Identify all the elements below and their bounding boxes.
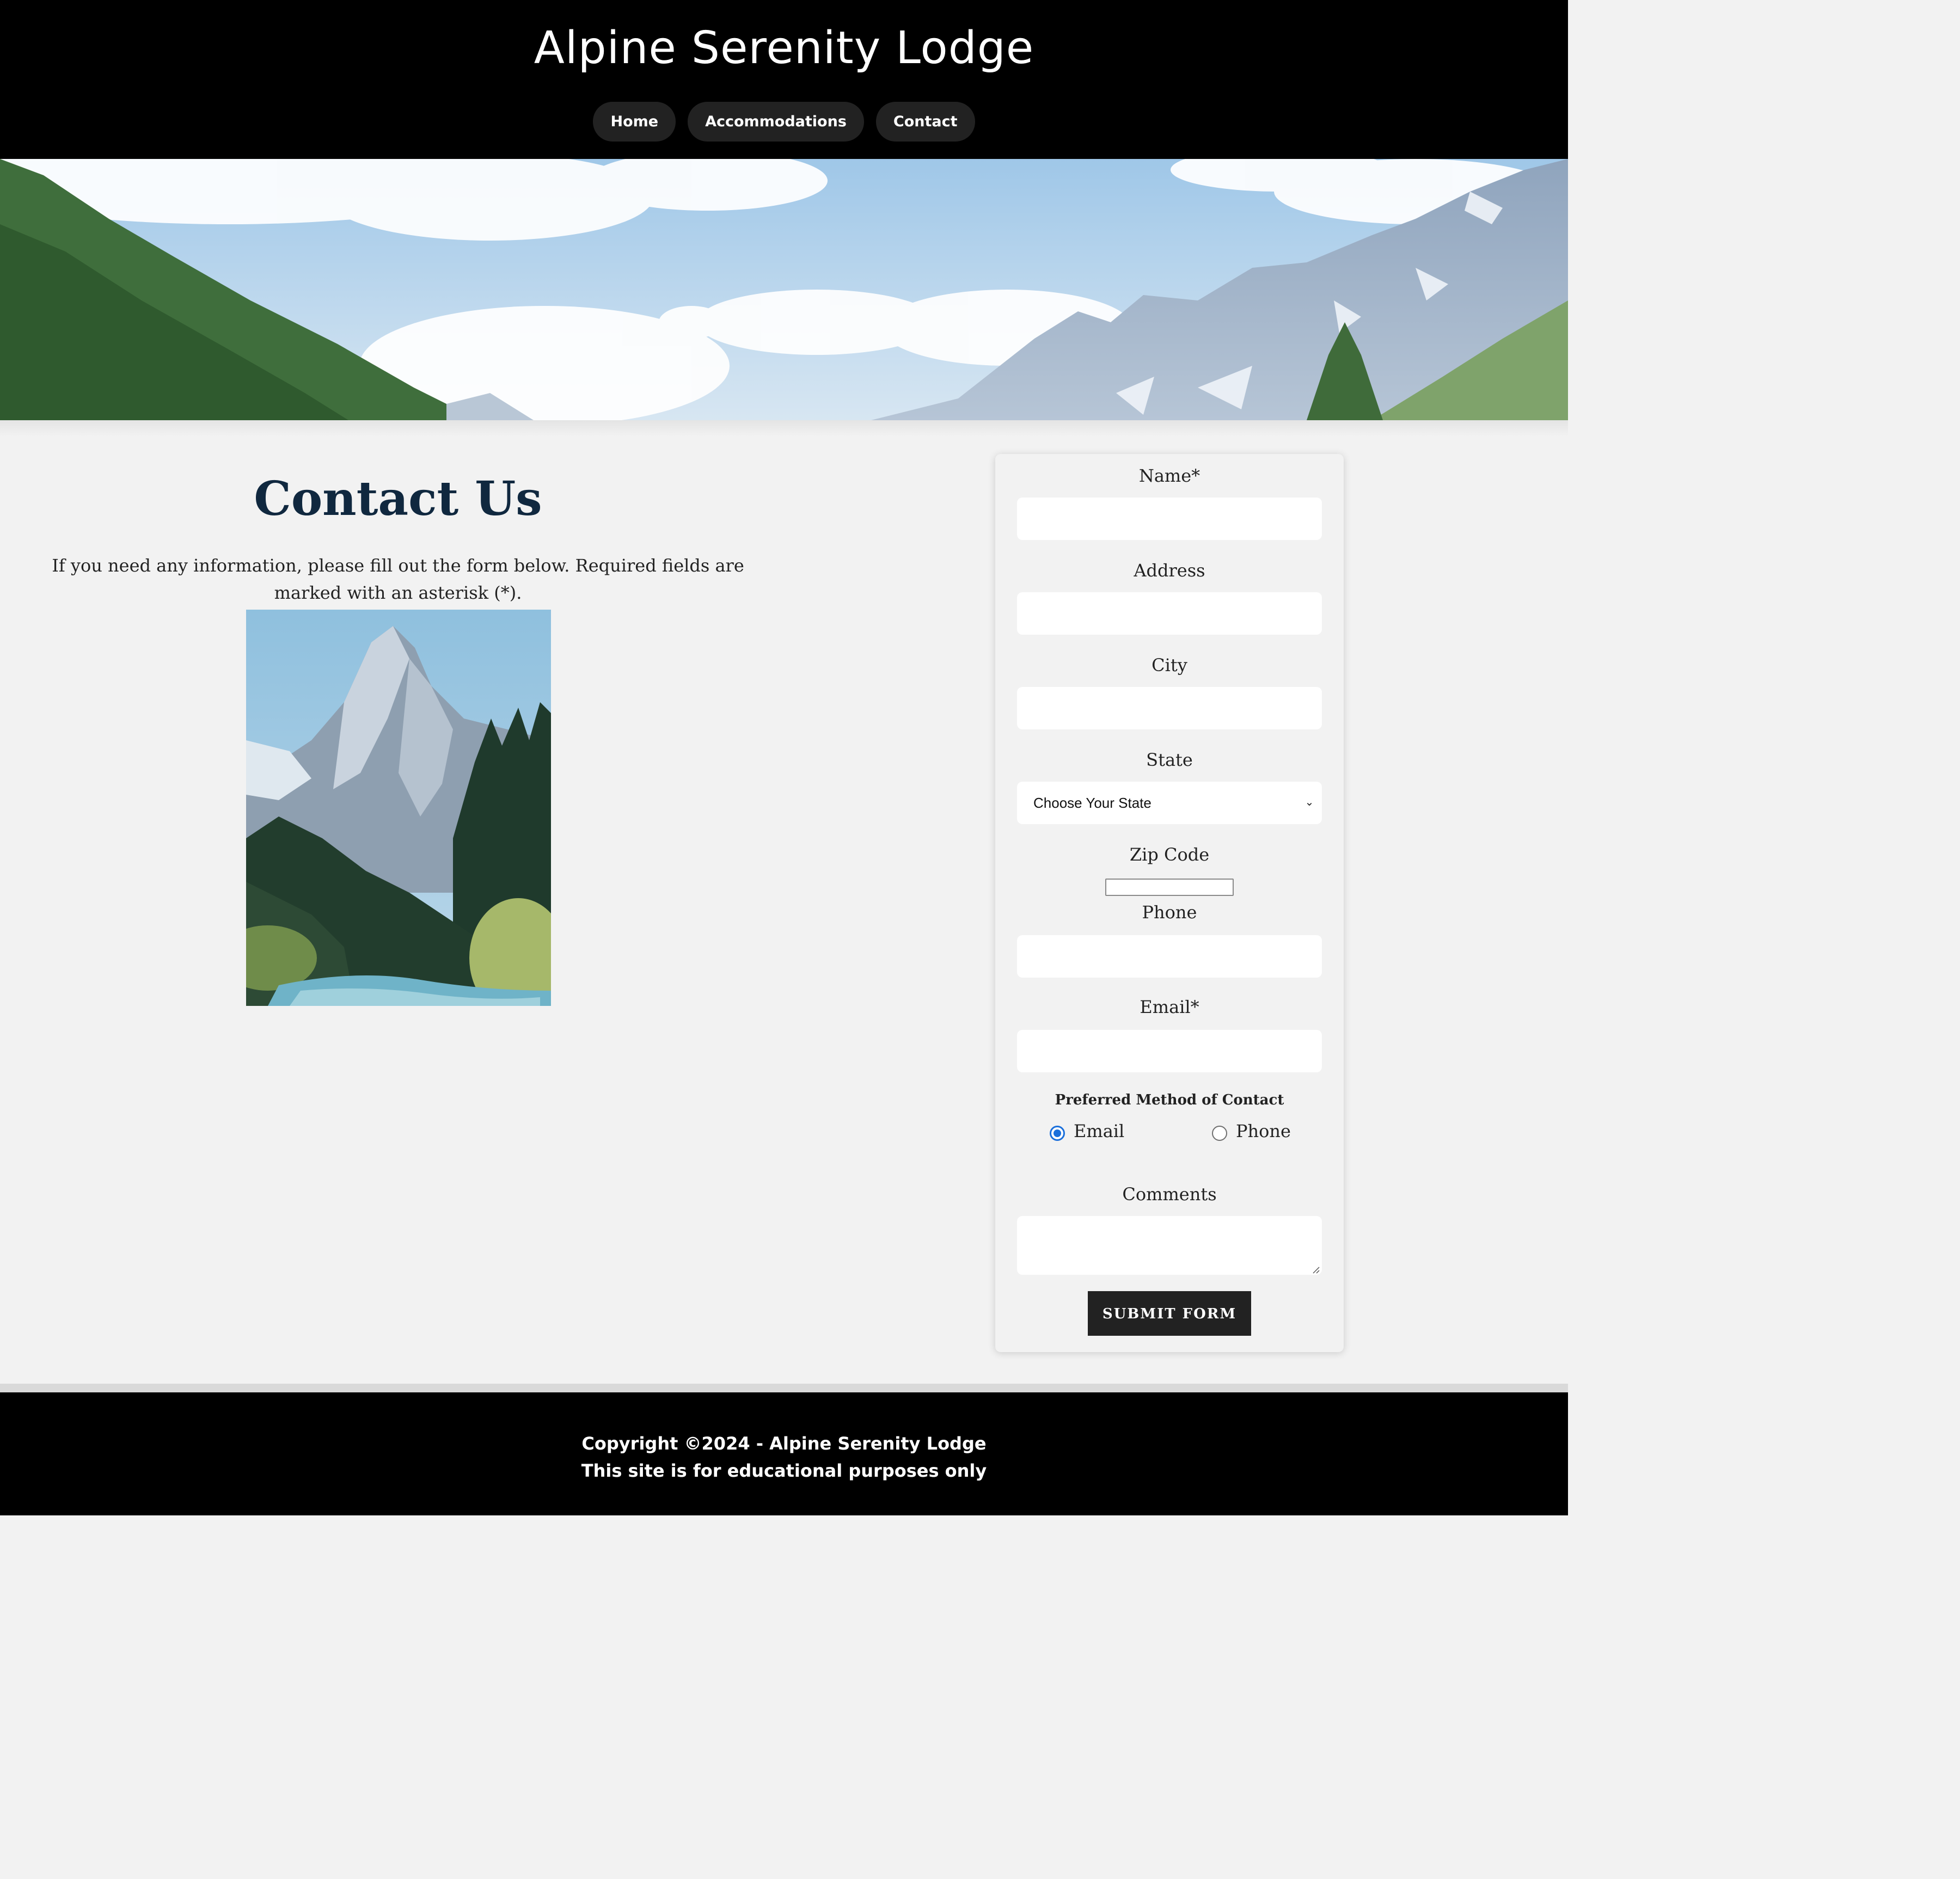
state-label: State xyxy=(1146,750,1193,770)
comments-textarea[interactable] xyxy=(1017,1216,1322,1275)
page: Alpine Serenity Lodge Home Accommodation… xyxy=(0,0,1568,1515)
zip-input[interactable] xyxy=(1105,879,1234,896)
preferred-contact-legend: Preferred Method of Contact xyxy=(1055,1092,1284,1108)
address-label: Address xyxy=(1134,560,1205,581)
zip-label: Zip Code xyxy=(1129,844,1210,865)
site-footer: Copyright ©2024 - Alpine Serenity Lodge … xyxy=(0,1392,1568,1515)
radio-email-label: Email xyxy=(1074,1121,1125,1141)
city-input[interactable] xyxy=(1017,687,1322,729)
name-label: Name* xyxy=(1138,465,1200,486)
city-label: City xyxy=(1152,655,1187,676)
page-title: Contact Us xyxy=(254,471,542,526)
submit-button[interactable]: SUBMIT FORM xyxy=(1088,1291,1251,1336)
footer-note: This site is for educational purposes on… xyxy=(581,1460,987,1481)
footer-copyright: Copyright ©2024 - Alpine Serenity Lodge xyxy=(581,1433,987,1454)
contact-form: Name* Address City State Choose Your Sta… xyxy=(995,454,1344,1352)
preferred-contact-options: Email Phone xyxy=(995,1119,1344,1143)
comments-label: Comments xyxy=(1122,1184,1217,1205)
main-nav: Home Accommodations Contact xyxy=(0,102,1568,142)
main-content: Contact Us If you need any information, … xyxy=(0,437,1568,1384)
email-label: Email* xyxy=(1140,997,1199,1017)
radio-phone-label: Phone xyxy=(1236,1121,1291,1141)
contact-intro-text: If you need any information, please fill… xyxy=(52,555,744,603)
nav-contact[interactable]: Contact xyxy=(875,102,975,142)
phone-label: Phone xyxy=(1142,902,1197,923)
radio-email[interactable] xyxy=(1050,1126,1065,1141)
email-input[interactable] xyxy=(1017,1030,1322,1072)
site-header: Alpine Serenity Lodge Home Accommodation… xyxy=(0,0,1568,159)
radio-phone-option[interactable]: Phone xyxy=(1212,1119,1291,1143)
mountain-photo xyxy=(246,610,551,1006)
hero-divider xyxy=(0,420,1568,437)
nav-home[interactable]: Home xyxy=(593,102,676,142)
state-select-value: Choose Your State xyxy=(1033,795,1152,811)
radio-phone[interactable] xyxy=(1212,1126,1227,1141)
phone-input[interactable] xyxy=(1017,935,1322,978)
resize-handle-icon[interactable] xyxy=(1311,1265,1320,1274)
address-input[interactable] xyxy=(1017,592,1322,635)
state-select[interactable]: Choose Your State ⌄ xyxy=(1017,782,1322,824)
footer-divider xyxy=(0,1384,1568,1392)
name-input[interactable] xyxy=(1017,498,1322,540)
hero-banner-image xyxy=(0,159,1568,420)
radio-email-option[interactable]: Email xyxy=(1050,1119,1124,1143)
chevron-down-icon: ⌄ xyxy=(1304,796,1314,808)
site-title: Alpine Serenity Lodge xyxy=(534,22,1034,74)
nav-accommodations[interactable]: Accommodations xyxy=(688,102,864,142)
